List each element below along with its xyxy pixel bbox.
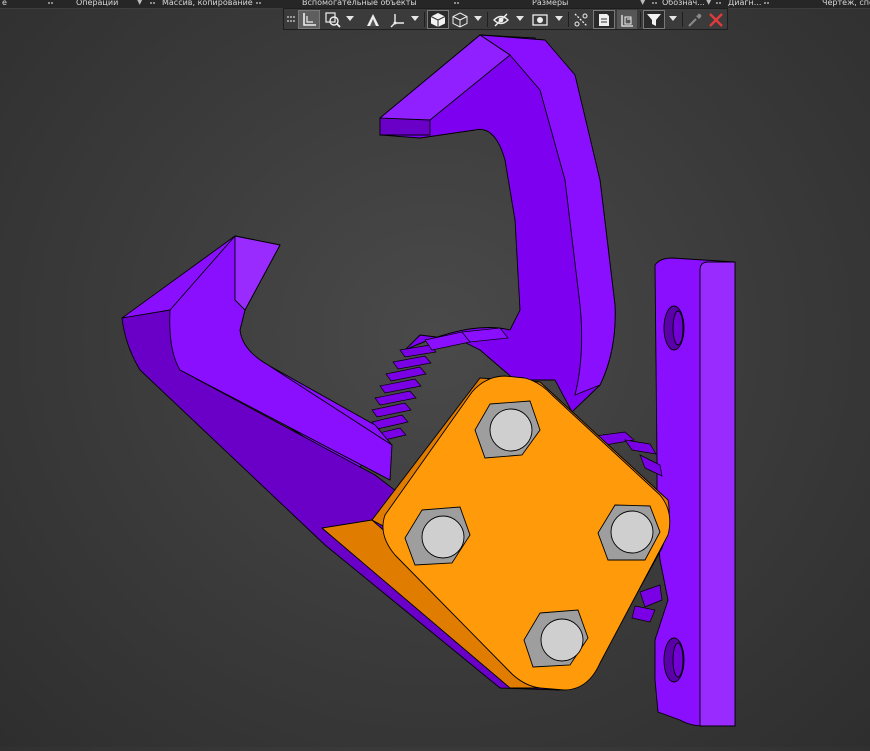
panel-tab-drawing[interactable]: Чертеж, спец [822,0,870,8]
view-toolbar [283,8,728,30]
axes-dropdown-icon[interactable] [411,16,419,21]
panel-separator [716,0,722,7]
visibility-icon[interactable] [492,10,510,29]
render-icon[interactable] [593,10,615,29]
panel-tab-operations[interactable]: Операции [76,0,136,8]
chevron-down-icon[interactable]: ▼ [137,0,142,6]
panel-tab-aux-objects[interactable]: Вспомогательные объекты [302,0,422,8]
eyedropper-icon[interactable] [686,10,704,29]
close-x-icon[interactable] [707,10,725,29]
chevron-down-icon[interactable]: ▼ [640,0,645,6]
panel-tab-designations[interactable]: Обознач... [662,0,704,8]
display-mode-icon[interactable] [531,10,549,29]
wireframe-cube-icon[interactable] [451,10,469,29]
visibility-dropdown-icon[interactable] [516,16,524,21]
panel-tab-array-copy[interactable]: Массив, копирование [162,0,254,8]
panel-separator [150,0,156,7]
zoom-icon[interactable] [324,10,342,29]
right-bracket [654,257,736,727]
layers-icon[interactable] [617,10,637,29]
panel-separator [652,0,658,7]
gripper-assembly-model [121,34,736,727]
section-icon[interactable] [572,10,590,29]
panel-separator [764,0,770,7]
panel-separator [256,0,262,7]
filter-icon[interactable] [643,10,665,29]
panel-tab-0[interactable]: е [2,0,14,8]
chevron-down-icon[interactable]: ▼ [706,0,711,6]
filter-dropdown-icon[interactable] [669,16,677,21]
panel-separator [48,0,54,7]
panel-tab-dimensions[interactable]: Размеры [532,0,582,8]
display-dropdown-icon[interactable] [555,16,563,21]
zoom-dropdown-icon[interactable] [346,16,354,21]
axes-icon[interactable] [388,10,406,29]
view-style-dropdown-icon[interactable] [474,16,482,21]
shaded-cube-icon[interactable] [427,10,449,29]
coordinate-system-icon[interactable] [298,10,320,29]
panel-separator [454,0,460,7]
grip-icon[interactable] [286,10,296,29]
3d-viewport[interactable] [0,30,870,747]
orientation-icon[interactable] [364,10,382,29]
panel-tab-diagnostics[interactable]: Диагн... [728,0,762,8]
